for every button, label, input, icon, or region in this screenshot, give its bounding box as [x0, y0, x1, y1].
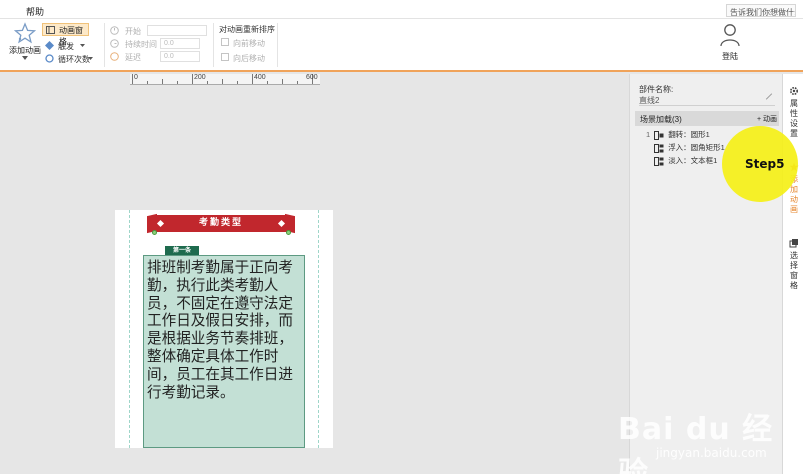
start-label: 开始	[125, 27, 141, 36]
component-name-label: 部件名称:	[639, 85, 674, 94]
duration-label: 持续时间	[125, 40, 157, 49]
guide-line	[129, 210, 130, 448]
user-icon	[720, 24, 740, 47]
selection-handle[interactable]	[152, 230, 157, 235]
animation-label: 翻转：圆形1	[668, 130, 710, 139]
duration-icon	[110, 39, 119, 48]
trigger-icon	[45, 41, 54, 50]
ribbon-divider	[277, 23, 278, 67]
ruler-label: 200	[194, 74, 206, 81]
add-animation-button[interactable]: 添加动画	[8, 22, 42, 66]
layers-icon	[789, 239, 798, 248]
add-animation-label: 添加动画	[9, 46, 41, 55]
loop-icon	[45, 54, 54, 63]
tab-selection[interactable]: 选择窗格	[787, 238, 801, 291]
move-down-icon	[221, 53, 229, 61]
menu-bar: 帮助 告诉我们你想做什么？	[0, 0, 803, 19]
body-text: 排班制考勤属于正向考勤，执行此类考勤人员，不固定在遵守法定工作日及假日安排，而是…	[147, 259, 293, 401]
move-later-button[interactable]: 向后移动	[233, 53, 265, 64]
login-label: 登陆	[722, 52, 738, 61]
chevron-down-icon	[80, 44, 85, 47]
baidu-watermark-logo: Bai du 经验	[618, 412, 774, 474]
component-name-value: 直线2	[639, 96, 660, 105]
menu-help[interactable]: 帮助	[26, 5, 44, 18]
tab-properties[interactable]: 属性设置	[787, 86, 801, 139]
move-up-icon	[221, 38, 229, 46]
loop-count-button[interactable]: 循环次数	[58, 54, 90, 65]
body-textbox[interactable]: 排班制考勤属于正向考勤，执行此类考勤人员，不固定在遵守法定工作日及假日安排，而是…	[143, 255, 305, 448]
clock-icon	[110, 26, 119, 35]
slide-canvas[interactable]: 0 200 400 600 考勤类型 第一条 排班制考勤属于正向考勤，执行此类考…	[0, 74, 629, 474]
horizontal-ruler: 0 200 400 600	[130, 74, 320, 85]
edit-icon[interactable]	[765, 93, 773, 100]
animation-label: 浮入：圆角矩形1	[668, 143, 725, 152]
add-animation-link[interactable]: + 动画	[757, 114, 777, 124]
diamond-icon	[156, 219, 165, 228]
tell-me-search-input[interactable]: 告诉我们你想做什么？	[726, 4, 796, 17]
guide-line	[318, 210, 319, 448]
trigger-button[interactable]: 触发	[58, 41, 74, 52]
flip-effect-icon	[654, 130, 664, 140]
animation-item[interactable]: 1 翻转：圆形1	[646, 129, 710, 141]
duration-input[interactable]: 0.0	[160, 38, 200, 49]
diamond-icon	[277, 219, 286, 228]
ribbon-divider	[213, 23, 214, 67]
ruler-label: 600	[306, 74, 318, 81]
animation-item[interactable]: 淡入：文本框1	[646, 155, 717, 167]
tab-properties-label: 属性设置	[790, 99, 798, 138]
component-name-input[interactable]: 直线2	[639, 93, 775, 106]
star-icon	[14, 22, 36, 44]
ruler-label: 400	[254, 74, 266, 81]
delay-icon	[110, 52, 119, 61]
gear-icon	[789, 86, 799, 96]
step-label: Step5	[745, 157, 785, 171]
chevron-down-icon	[22, 56, 28, 60]
animation-label: 淡入：文本框1	[668, 156, 718, 165]
slide[interactable]: 考勤类型 第一条 排班制考勤属于正向考勤，执行此类考勤人员，不固定在遵守法定工作…	[115, 210, 333, 448]
delay-input[interactable]: 0.0	[160, 51, 200, 62]
animation-pane-button[interactable]: 动画窗格	[42, 23, 89, 46]
pane-icon	[46, 26, 55, 34]
animation-ribbon: 添加动画 动画窗格 触发 循环次数 开始 持续时间 0.0 延迟 0.0 对动画…	[0, 19, 803, 72]
baidu-watermark-url: jingyan.baidu.com	[656, 446, 767, 460]
ribbon-divider	[104, 23, 105, 67]
slide-title: 考勤类型	[198, 218, 243, 228]
animation-index: 1	[646, 130, 651, 139]
reorder-title: 对动画重新排序	[219, 25, 275, 34]
scene-header: 场景加载(3) + 动画	[635, 111, 779, 126]
tab-selection-label: 选择窗格	[790, 251, 798, 290]
start-select[interactable]	[147, 25, 207, 36]
delay-label: 延迟	[125, 53, 141, 62]
scene-title: 场景加载(3)	[640, 115, 682, 124]
animation-item[interactable]: 浮入：圆角矩形1	[646, 142, 725, 154]
chevron-down-icon	[88, 57, 93, 60]
fade-in-effect-icon	[654, 156, 664, 166]
float-in-effect-icon	[654, 143, 664, 153]
move-earlier-button[interactable]: 向前移动	[233, 38, 265, 49]
ruler-label: 0	[134, 74, 138, 81]
title-banner[interactable]: 考勤类型	[147, 213, 295, 234]
selection-handle[interactable]	[286, 230, 291, 235]
login-button[interactable]: 登陆	[708, 23, 752, 62]
